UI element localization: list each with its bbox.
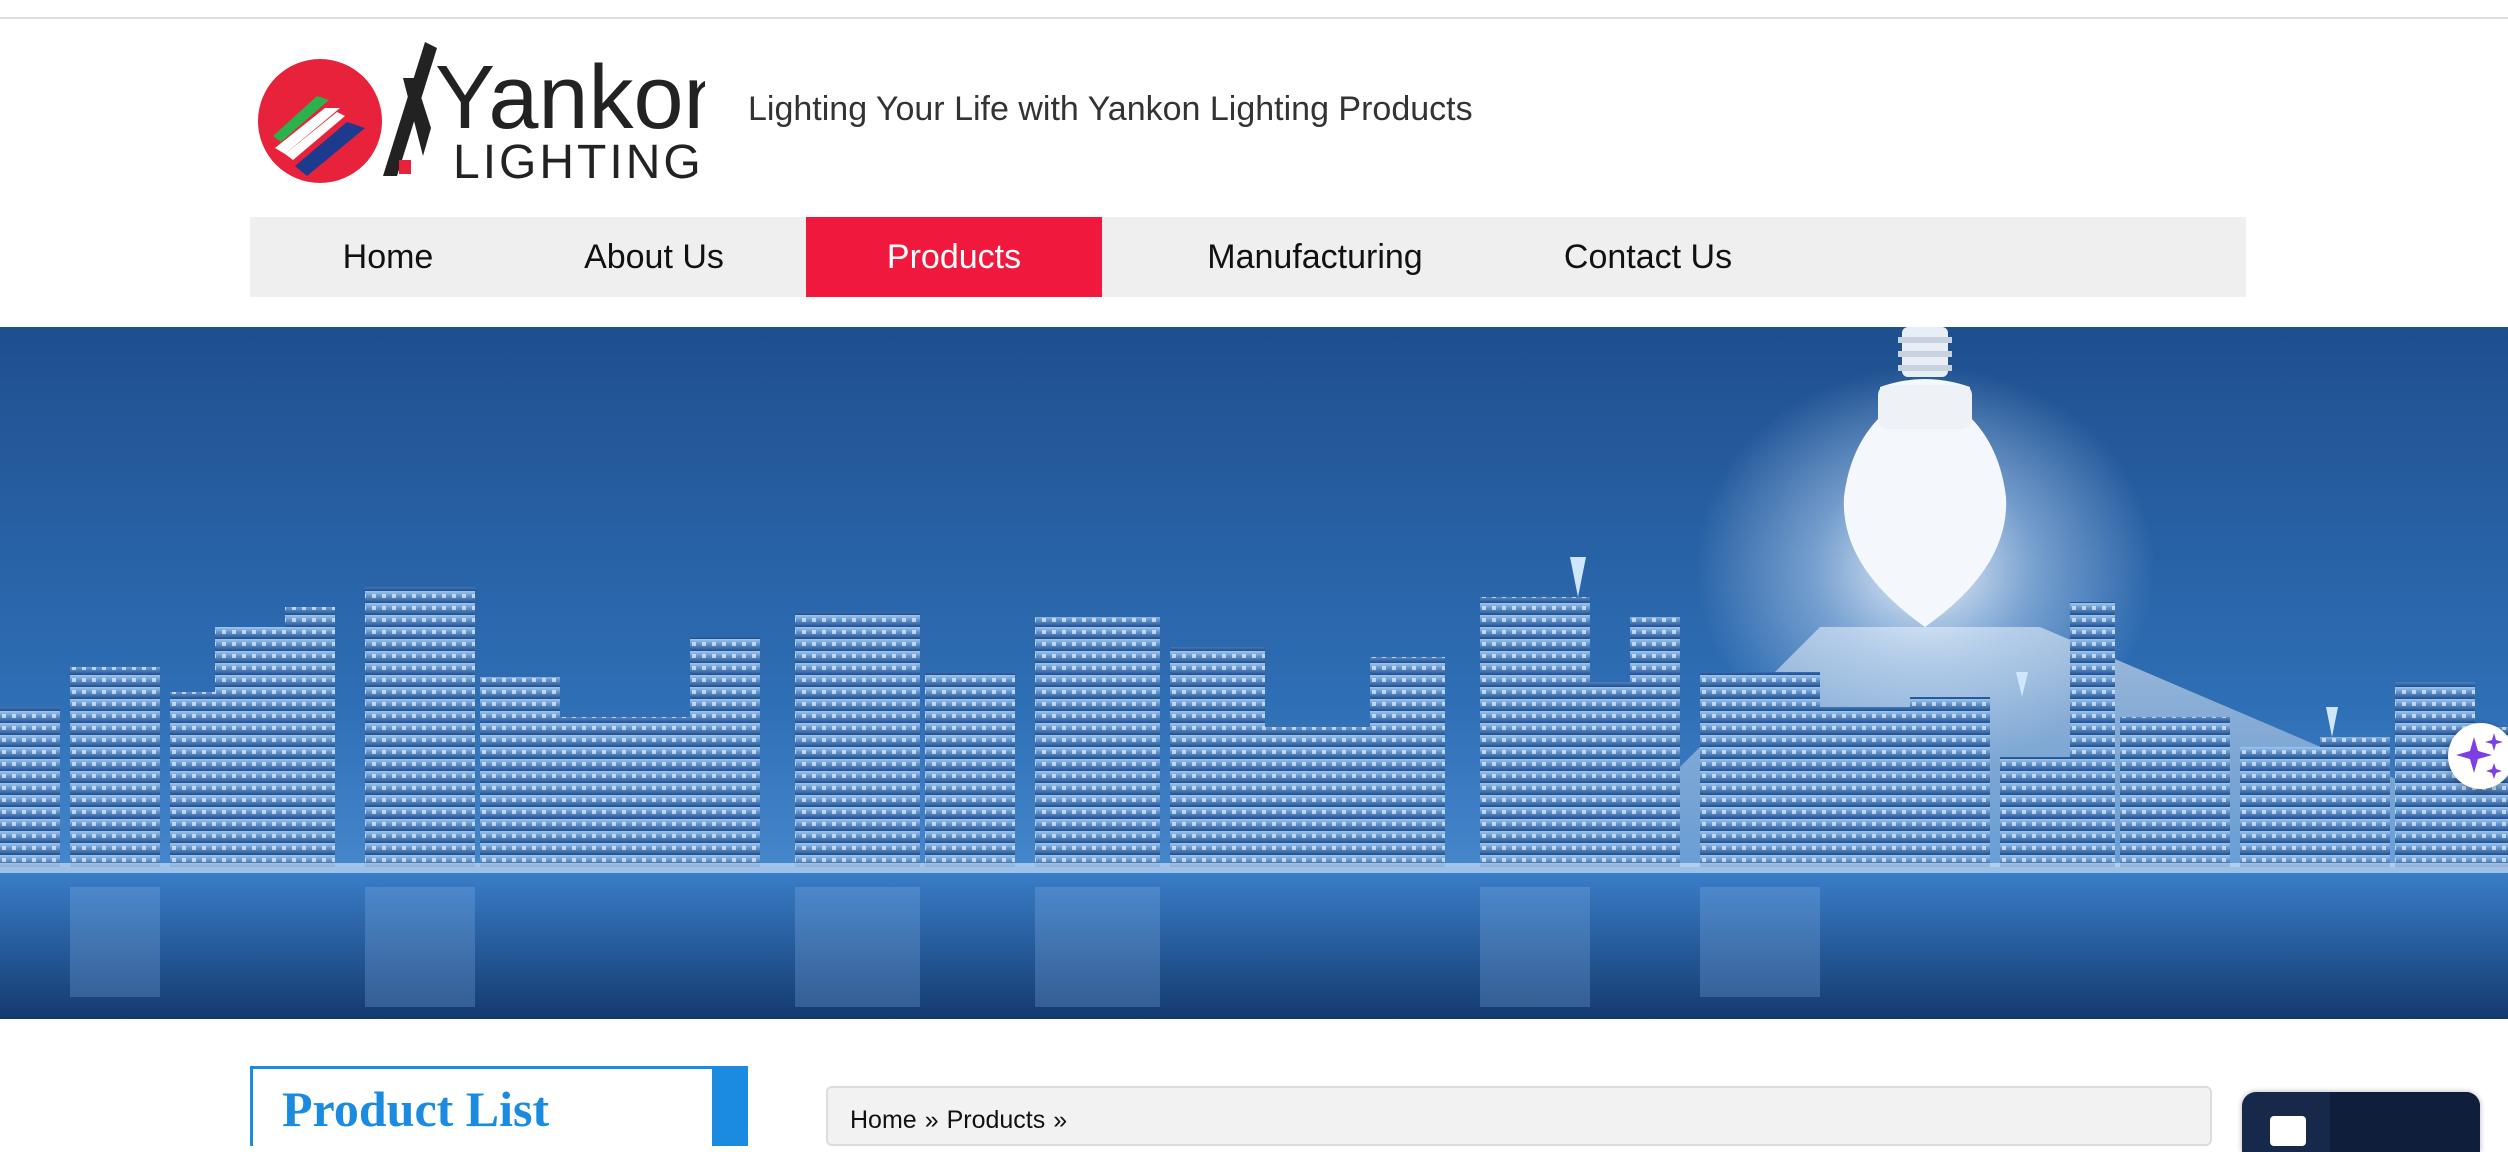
chat-widget-label-area: [2330, 1092, 2480, 1152]
breadcrumb-separator: »: [924, 1106, 939, 1134]
nav-manufacturing[interactable]: Manufacturing: [1170, 217, 1460, 297]
chat-icon: [2270, 1116, 2306, 1146]
hero-image: [0, 327, 2508, 1019]
nav-contact-us[interactable]: Contact Us: [1540, 217, 1756, 297]
breadcrumb-separator: »: [1053, 1106, 1068, 1134]
sparkles-icon: [2456, 733, 2503, 779]
site-tagline: Lighting Your Life with Yankon Lighting …: [748, 90, 1473, 128]
logo-mark: Yankon LIGHTING: [258, 42, 734, 189]
hero-banner: [0, 327, 2508, 1019]
top-border: [0, 17, 2508, 19]
breadcrumb: Home» Products»: [850, 1106, 1075, 1135]
logo-wordmark: Yankon: [435, 48, 705, 148]
product-list-heading: Product List: [282, 1081, 550, 1137]
nav-home[interactable]: Home: [300, 217, 476, 297]
product-list-accent-bar: [712, 1066, 748, 1146]
logo-subtext: LIGHTING: [453, 136, 704, 186]
yankon-logo[interactable]: Yankon LIGHTING: [255, 36, 734, 189]
breadcrumb-home-link[interactable]: Home: [850, 1106, 917, 1134]
ai-assistant-button[interactable]: [2448, 723, 2508, 789]
chat-widget-button[interactable]: [2242, 1092, 2480, 1152]
main-nav: Home About Us Products Manufacturing Con…: [250, 217, 2246, 297]
nav-about-us[interactable]: About Us: [560, 217, 748, 297]
nav-products[interactable]: Products: [806, 217, 1102, 297]
breadcrumb-products-link[interactable]: Products: [947, 1106, 1046, 1134]
